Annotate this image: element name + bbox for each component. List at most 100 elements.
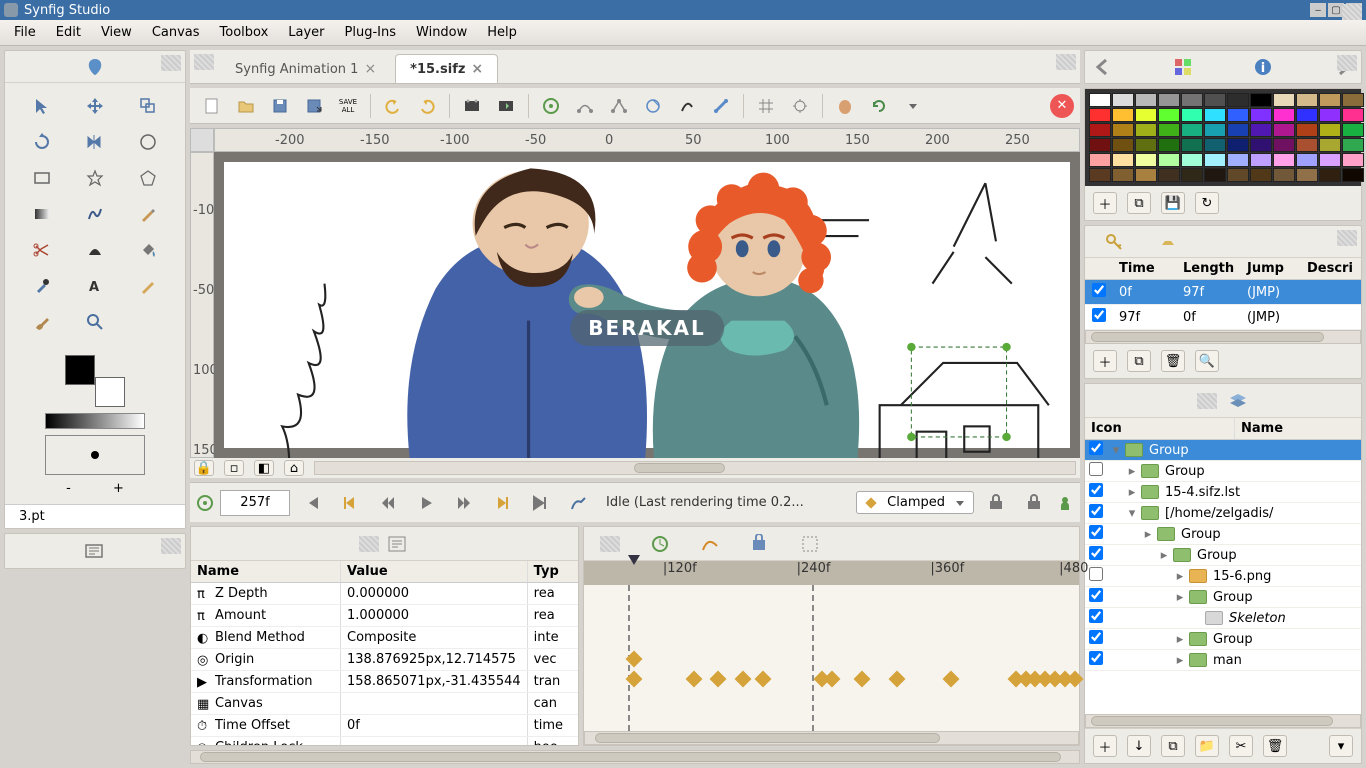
keyframe-row[interactable]: 0f 97f (JMP) [1085, 280, 1361, 305]
grid-visible-button[interactable] [750, 91, 782, 121]
layer-row[interactable]: ▸ Group [1085, 587, 1361, 608]
tab-doc-1[interactable]: Synfig Animation 1 × [220, 54, 391, 83]
palette-swatch[interactable] [1158, 123, 1180, 137]
param-row[interactable]: ⏱Time Offset 0f time [191, 715, 578, 737]
palette-swatch[interactable] [1342, 108, 1364, 122]
animate-editing-icon[interactable] [1056, 494, 1074, 512]
close-panel-button[interactable]: ✕ [1050, 94, 1074, 118]
palette-swatch[interactable] [1342, 138, 1364, 152]
palette-swatch[interactable] [1227, 168, 1249, 182]
draw-tool[interactable] [124, 199, 171, 229]
layer-visible-checkbox[interactable] [1089, 588, 1103, 602]
tab-close-icon[interactable]: × [364, 61, 376, 77]
layer-expander[interactable]: ▸ [1155, 548, 1173, 563]
palette-swatch[interactable] [1319, 153, 1341, 167]
param-value[interactable]: Composite [341, 627, 528, 648]
palette-swatch[interactable] [1296, 123, 1318, 137]
fg-bg-colors[interactable] [65, 355, 125, 407]
palette-swatch[interactable] [1204, 168, 1226, 182]
palette-swatch[interactable] [1204, 93, 1226, 107]
timeline-keyframe[interactable] [824, 671, 841, 688]
param-value[interactable]: 0.000000 [341, 583, 528, 604]
palette-swatch[interactable] [1112, 123, 1134, 137]
palette-copy-button[interactable]: ⧉ [1127, 192, 1151, 214]
palette-swatch[interactable] [1319, 123, 1341, 137]
snap-button[interactable] [784, 91, 816, 121]
palette-swatch[interactable] [1273, 93, 1295, 107]
palette-swatch[interactable] [1135, 138, 1157, 152]
render-button[interactable] [490, 91, 522, 121]
keyframes-icon[interactable] [750, 534, 770, 554]
palette-swatch[interactable] [1089, 108, 1111, 122]
layer-row[interactable]: ▾ Group [1085, 440, 1361, 461]
palette-grid[interactable] [1085, 89, 1361, 186]
zoom-tool[interactable] [72, 307, 119, 337]
layer-visible-checkbox[interactable] [1089, 630, 1103, 644]
menu-plugins[interactable]: Plug-Ins [335, 21, 406, 44]
layer-delete-button[interactable]: 🗑 [1263, 735, 1287, 757]
palette-swatch[interactable] [1181, 93, 1203, 107]
onion-skin-button[interactable] [829, 91, 861, 121]
tab-doc-2[interactable]: *15.sifz × [395, 54, 498, 83]
palette-refresh-button[interactable]: ↻ [1195, 192, 1219, 214]
transform-tool[interactable] [19, 91, 66, 121]
palette-swatch[interactable] [1250, 138, 1272, 152]
layer-row[interactable]: ▸ 15-4.sifz.lst [1085, 482, 1361, 503]
palette-swatch[interactable] [1135, 123, 1157, 137]
palette-swatch[interactable] [1135, 153, 1157, 167]
animate-mode-button[interactable] [562, 488, 594, 518]
palette-icon[interactable] [1173, 57, 1193, 77]
rectangle-tool[interactable] [19, 163, 66, 193]
keyframe-active-checkbox[interactable] [1092, 283, 1106, 297]
palette-swatch[interactable] [1112, 168, 1134, 182]
kf-remove-button[interactable]: 🗑 [1161, 350, 1185, 372]
palette-swatch[interactable] [1273, 138, 1295, 152]
palette-swatch[interactable] [1342, 153, 1364, 167]
palette-swatch[interactable] [1204, 123, 1226, 137]
more-dropdown[interactable] [897, 91, 929, 121]
keyframe-extra-icon[interactable] [1159, 233, 1177, 251]
param-row[interactable]: ▶Transformation 158.865071px,-31.435544 … [191, 671, 578, 693]
view-a-button[interactable]: ▫ [224, 460, 244, 476]
param-row[interactable]: πZ Depth 0.000000 rea [191, 583, 578, 605]
playhead-line[interactable] [812, 585, 814, 731]
panel-grip-icon[interactable] [161, 55, 181, 71]
toggle-bones-button[interactable] [705, 91, 737, 121]
layer-cut-button[interactable]: ✂ [1229, 735, 1253, 757]
layers-hscroll[interactable] [1085, 714, 1361, 728]
layer-row[interactable]: ▸ Group [1085, 629, 1361, 650]
gradient-tool[interactable] [19, 199, 66, 229]
palette-swatch[interactable] [1089, 138, 1111, 152]
layer-expander[interactable]: ▸ [1123, 485, 1141, 500]
palette-swatch[interactable] [1112, 93, 1134, 107]
param-row[interactable]: πAmount 1.000000 rea [191, 605, 578, 627]
cutout-tool[interactable] [19, 235, 66, 265]
refresh-button[interactable] [863, 91, 895, 121]
layer-expander[interactable]: ▸ [1171, 569, 1189, 584]
param-value[interactable]: 1.000000 [341, 605, 528, 626]
lock-button[interactable]: 🔒 [194, 460, 214, 476]
eyedrop-tool[interactable] [19, 271, 66, 301]
panel-grip-icon[interactable] [1197, 393, 1217, 409]
text-tool[interactable]: A [72, 271, 119, 301]
param-value[interactable] [341, 693, 528, 714]
kf-duplicate-button[interactable]: ⧉ [1127, 350, 1151, 372]
fg-color-swatch[interactable] [65, 355, 95, 385]
seek-next-frame-button[interactable] [448, 488, 480, 518]
smooth-move-tool[interactable] [72, 91, 119, 121]
palette-swatch[interactable] [1158, 108, 1180, 122]
save-all-button[interactable]: SAVE ALL [332, 91, 364, 121]
palette-swatch[interactable] [1204, 153, 1226, 167]
palette-swatch[interactable] [1227, 123, 1249, 137]
layer-group-button[interactable]: 📁 [1195, 735, 1219, 757]
palette-swatch[interactable] [1089, 93, 1111, 107]
param-row[interactable]: ◎Origin 138.876925px,12.714575 vec [191, 649, 578, 671]
canvas-hscroll[interactable] [314, 461, 1076, 475]
ruler-vertical[interactable]: -100 -50 100 150 [190, 152, 214, 458]
brush-decrease-button[interactable]: - [66, 481, 71, 496]
palette-swatch[interactable] [1227, 153, 1249, 167]
keyframe-lock-future-button[interactable] [1018, 488, 1050, 518]
palette-swatch[interactable] [1319, 93, 1341, 107]
layer-add-button[interactable]: ＋ [1093, 735, 1117, 757]
palette-swatch[interactable] [1158, 168, 1180, 182]
